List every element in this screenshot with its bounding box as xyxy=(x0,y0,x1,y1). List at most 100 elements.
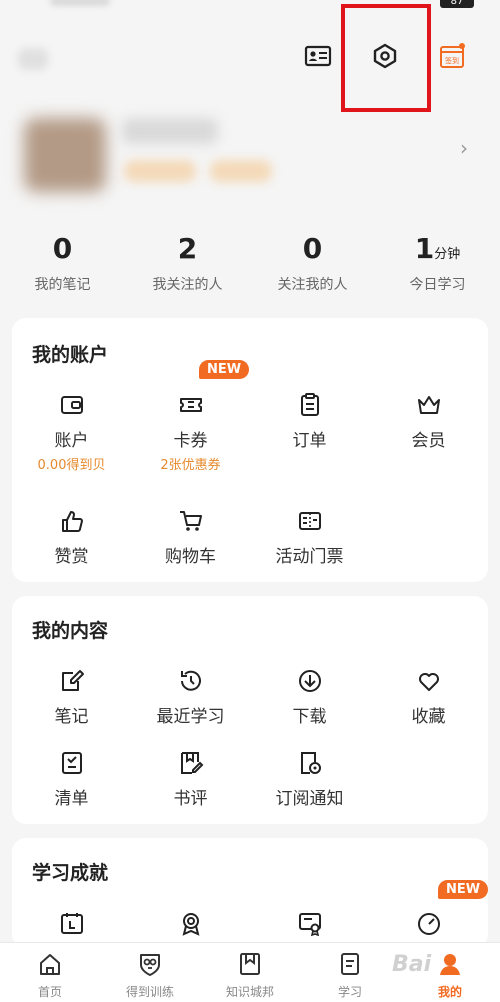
stat-label: 关注我的人 xyxy=(277,277,348,293)
book-review-icon xyxy=(131,748,250,778)
grid-label: 购物车 xyxy=(165,547,216,567)
account-item-membership[interactable]: 会员 xyxy=(369,390,488,451)
status-blur xyxy=(50,0,110,6)
new-badge: NEW xyxy=(199,360,250,379)
owl-shield-icon xyxy=(140,954,160,976)
content-item-lists[interactable]: 清单 xyxy=(12,748,131,809)
achievement-item-gauge[interactable] xyxy=(369,908,488,938)
grid-label: 清单 xyxy=(54,789,89,809)
cart-icon xyxy=(131,506,250,536)
stat-value: 1 xyxy=(414,232,435,265)
tab-study[interactable]: 学习 xyxy=(300,943,400,1002)
achievement-item-medal[interactable] xyxy=(131,908,250,938)
certificate-icon xyxy=(250,908,369,938)
content-item-recent[interactable]: 最近学习 xyxy=(131,666,250,727)
clipboard-icon xyxy=(250,390,369,420)
gauge-icon xyxy=(369,908,488,938)
grid-sublabel: 0.00得到贝 xyxy=(37,458,106,473)
grid-label: 订单 xyxy=(292,431,327,451)
content-item-subscription-notices[interactable]: 订阅通知 xyxy=(250,748,369,809)
profile-tag-blurred xyxy=(210,160,272,182)
history-icon xyxy=(131,666,250,696)
avatar[interactable] xyxy=(24,118,106,192)
checklist-icon xyxy=(12,748,131,778)
content-item-notes[interactable]: 笔记 xyxy=(12,666,131,727)
back-button-blurred[interactable] xyxy=(18,48,48,70)
checkin-label: 签到 xyxy=(445,56,459,65)
tab-label: 知识城邦 xyxy=(225,985,274,999)
tab-home[interactable]: 首页 xyxy=(0,943,100,1002)
study-icon xyxy=(341,953,359,975)
stat-label: 今日学习 xyxy=(409,277,466,293)
tab-knowledge-city[interactable]: 知识城邦 xyxy=(200,943,300,1002)
tab-label: 学习 xyxy=(337,985,362,999)
achievement-item-checkin[interactable] xyxy=(12,908,131,938)
stat-value: 2 xyxy=(177,232,198,265)
achievement-item-certificate[interactable] xyxy=(250,908,369,938)
stat-label: 我的笔记 xyxy=(34,277,91,293)
grid-label: 卡券 xyxy=(173,431,208,451)
note-edit-icon xyxy=(12,666,131,696)
thumbs-up-icon xyxy=(12,506,131,536)
grid-label: 账户 xyxy=(54,431,89,451)
grid-label: 活动门票 xyxy=(275,547,344,567)
grid-label: 收藏 xyxy=(411,707,446,727)
heart-icon xyxy=(369,666,488,696)
content-item-download[interactable]: 下载 xyxy=(250,666,369,727)
my-content-card: 我的内容 笔记 最近学习 下载 收藏 清单 书评 订阅通知 xyxy=(12,596,488,824)
stats-row: 0 我的笔记 2 我关注的人 0 关注我的人 1分钟 今日学习 xyxy=(0,232,500,293)
medal-icon xyxy=(131,908,250,938)
grid-label: 书评 xyxy=(173,789,208,809)
watermark: Bai xyxy=(392,952,432,977)
bookmark-icon xyxy=(240,953,260,975)
section-title: 学习成就 xyxy=(32,862,109,884)
subscription-notice-icon xyxy=(250,748,369,778)
home-icon xyxy=(40,954,60,975)
profile-tag-blurred xyxy=(124,160,196,182)
grid-label: 赞赏 xyxy=(54,547,89,567)
content-item-book-reviews[interactable]: 书评 xyxy=(131,748,250,809)
download-icon xyxy=(250,666,369,696)
stat-label: 我关注的人 xyxy=(152,277,223,293)
stat-unit: 分钟 xyxy=(434,247,461,262)
event-ticket-icon xyxy=(250,506,369,536)
stat-following[interactable]: 2 我关注的人 xyxy=(125,232,250,293)
calendar-icon xyxy=(12,908,131,938)
id-card-icon[interactable] xyxy=(304,42,332,70)
grid-label: 最近学习 xyxy=(156,707,225,727)
stat-my-notes[interactable]: 0 我的笔记 xyxy=(0,232,125,293)
crown-icon xyxy=(369,390,488,420)
highlight-annotation-box xyxy=(341,4,431,112)
account-item-wallet[interactable]: 账户 0.00得到贝 xyxy=(12,390,131,473)
stat-today-learning[interactable]: 1分钟 今日学习 xyxy=(375,232,500,293)
profile-summary[interactable]: › xyxy=(0,110,500,200)
wallet-icon xyxy=(12,390,131,420)
account-item-event-tickets[interactable]: 活动门票 xyxy=(250,506,369,567)
achievements-card: 学习成就 NEW xyxy=(12,838,489,948)
battery-indicator: 87 xyxy=(440,0,474,8)
grid-label: 订阅通知 xyxy=(275,789,344,809)
section-title: 我的内容 xyxy=(32,620,109,642)
username-blurred xyxy=(122,118,218,144)
content-item-favorites[interactable]: 收藏 xyxy=(369,666,488,727)
stat-value: 0 xyxy=(52,232,73,265)
grid-label: 笔记 xyxy=(54,707,89,727)
tab-label: 我的 xyxy=(437,985,462,999)
profile-icon xyxy=(440,954,460,975)
tab-label: 得到训练 xyxy=(125,985,174,999)
section-title: 我的账户 xyxy=(32,344,109,366)
account-item-coupons[interactable]: 卡券 2张优惠券 xyxy=(131,390,250,473)
account-item-cart[interactable]: 购物车 xyxy=(131,506,250,567)
my-account-card: 我的账户 账户 0.00得到贝 卡券 2张优惠券 NEW 订单 会员 赞赏 购物… xyxy=(12,318,488,582)
tab-training[interactable]: 得到训练 xyxy=(100,943,200,1002)
account-item-orders[interactable]: 订单 xyxy=(250,390,369,451)
ticket-icon xyxy=(131,390,250,420)
checkin-calendar-icon[interactable]: 签到 xyxy=(438,42,466,70)
tab-label: 首页 xyxy=(37,985,62,999)
account-item-tips[interactable]: 赞赏 xyxy=(12,506,131,567)
grid-sublabel: 2张优惠券 xyxy=(160,458,221,473)
stat-followers[interactable]: 0 关注我的人 xyxy=(250,232,375,293)
new-badge: NEW xyxy=(438,880,489,899)
stat-value: 0 xyxy=(302,232,323,265)
chevron-right-icon[interactable]: › xyxy=(460,136,468,160)
